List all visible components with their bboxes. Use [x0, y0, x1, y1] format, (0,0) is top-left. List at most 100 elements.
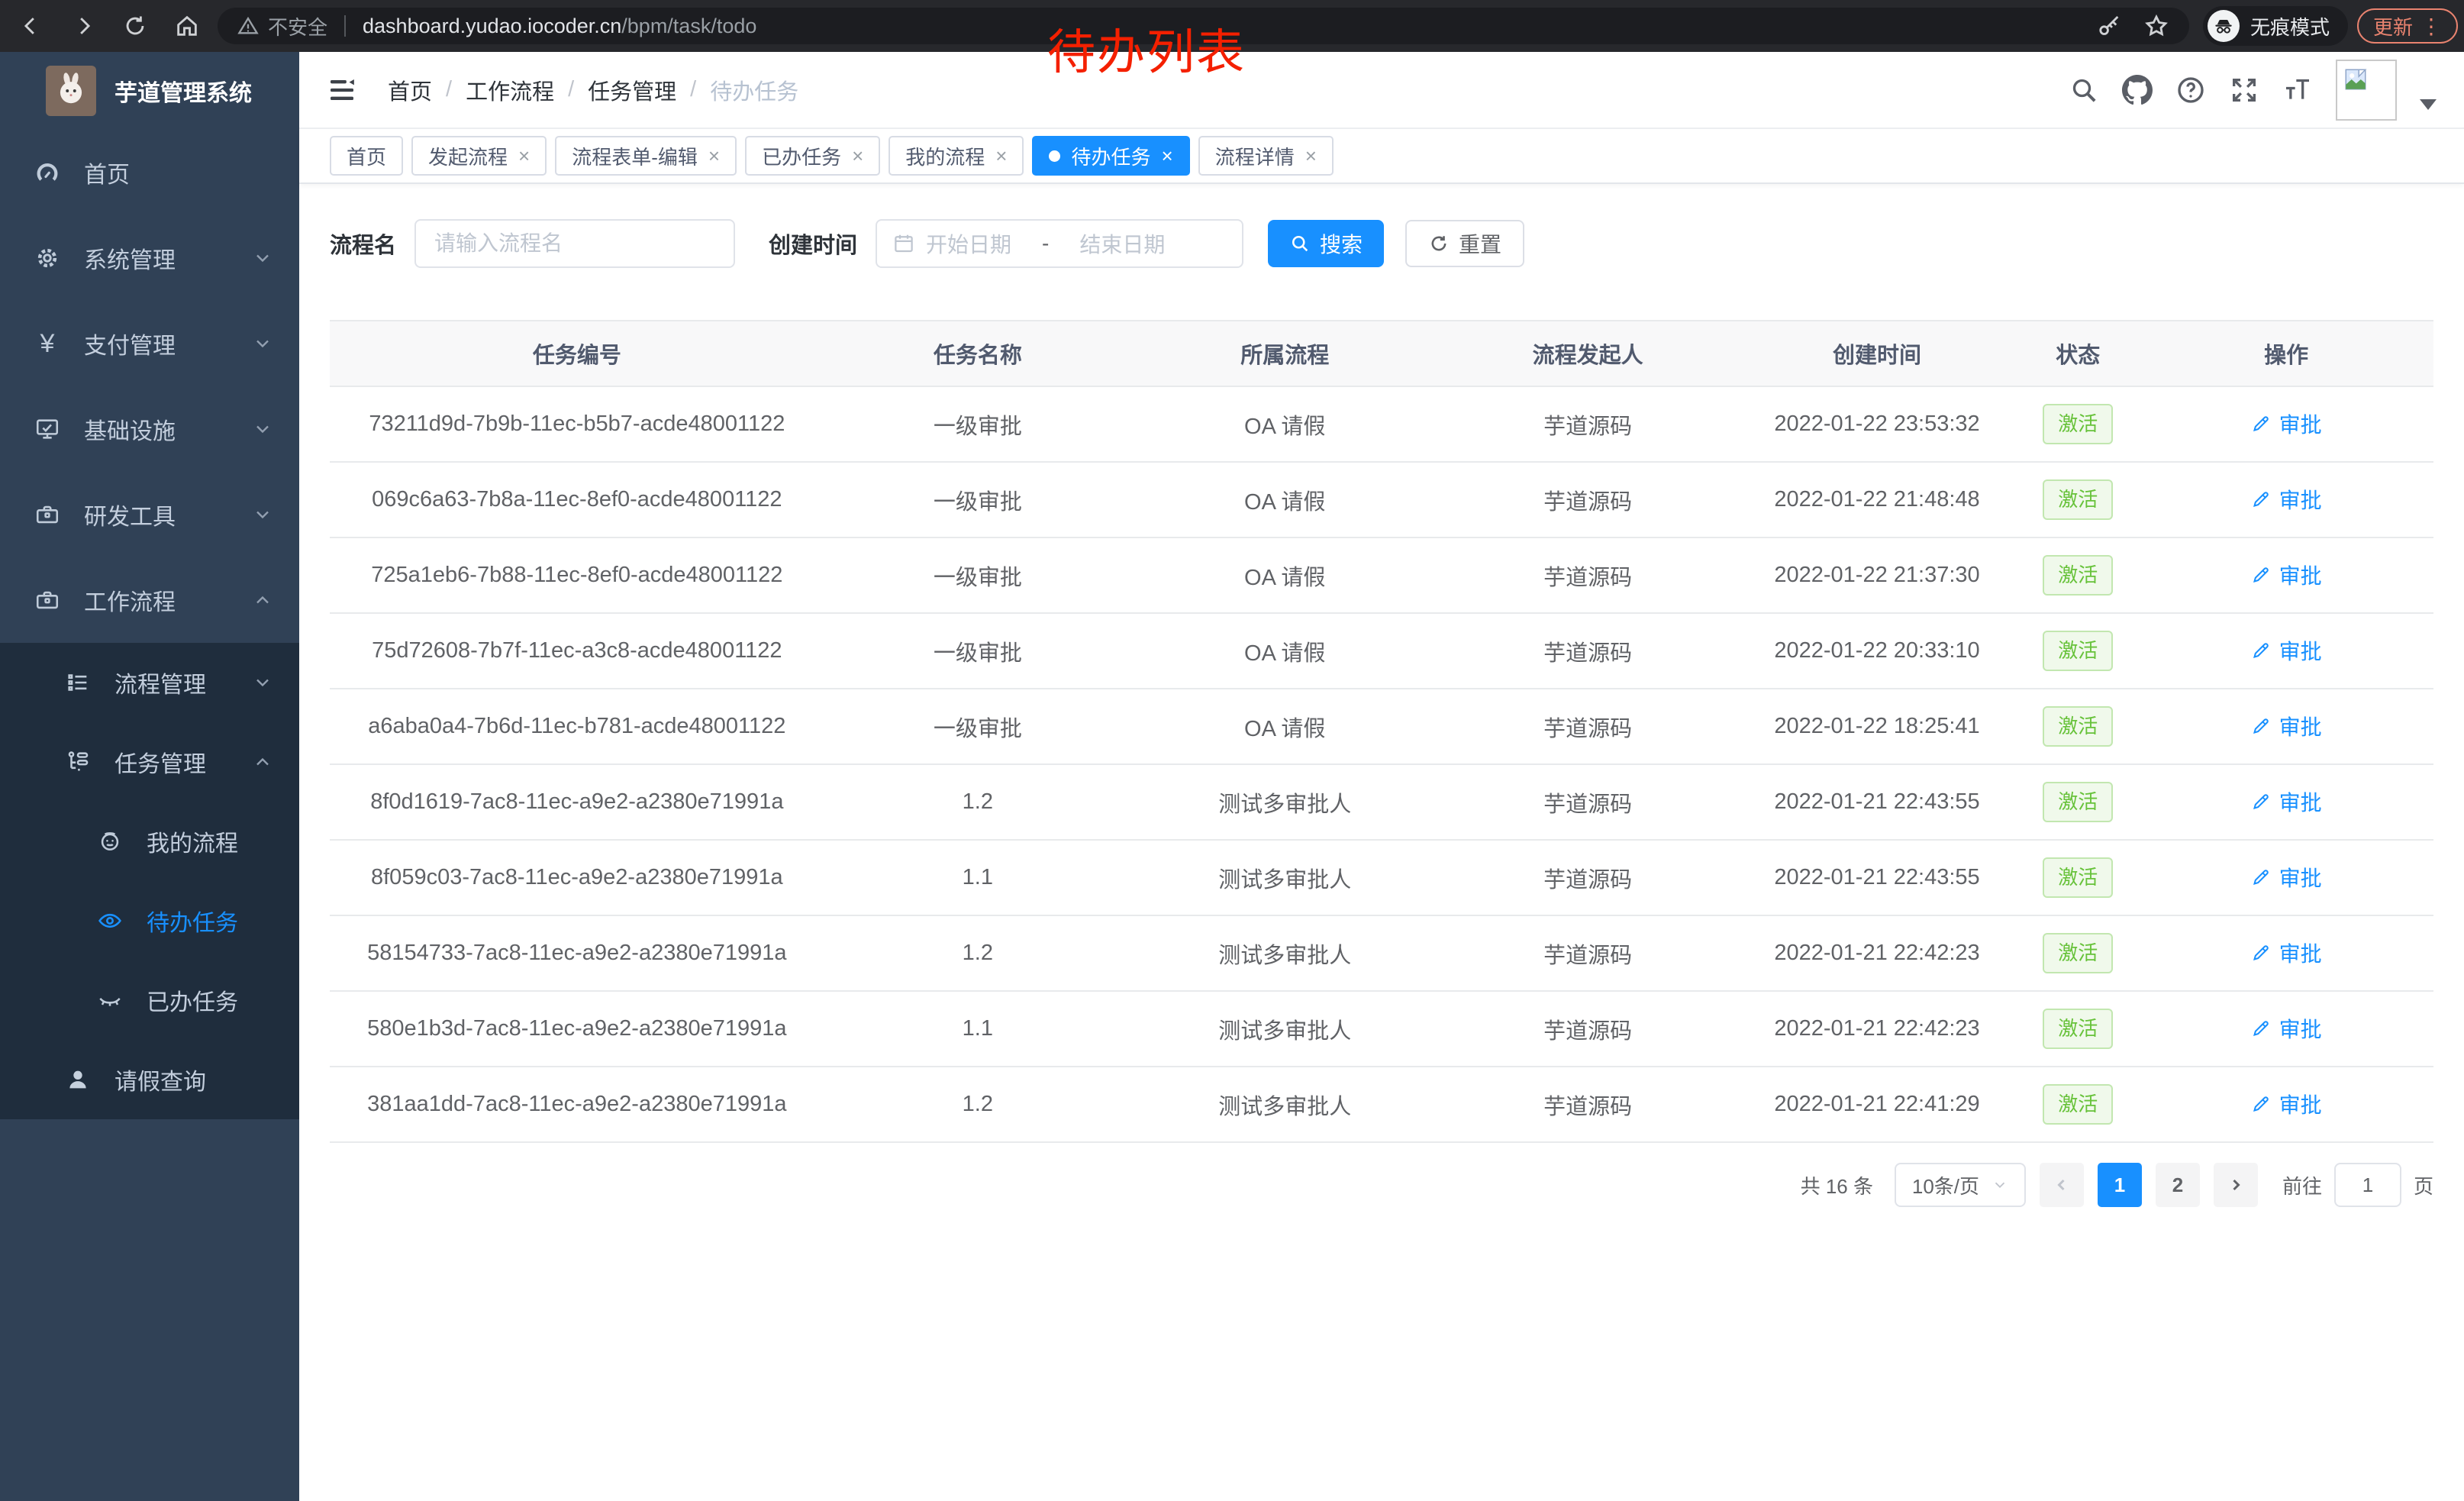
approve-link[interactable]: 审批: [2251, 711, 2322, 741]
tab-todo-tasks[interactable]: 待办任务×: [1032, 136, 1189, 176]
sidebar-item-infra[interactable]: 基础设施: [0, 386, 299, 472]
cell-task-name: 一级审批: [824, 613, 1131, 689]
sidebar-item-leave[interactable]: 请假查询: [0, 1040, 299, 1119]
tab-label: 流程详情: [1215, 142, 1295, 170]
github-icon[interactable]: [2122, 75, 2153, 105]
page-button-1[interactable]: 1: [2098, 1163, 2142, 1207]
tree-icon: [61, 745, 95, 779]
breadcrumb-item[interactable]: 任务管理: [588, 74, 676, 106]
sidebar-item-label: 请假查询: [114, 1063, 206, 1096]
tab-done-tasks[interactable]: 已办任务×: [745, 136, 880, 176]
cell-starter: 芋道源码: [1438, 689, 1737, 764]
tab-close-icon[interactable]: ×: [708, 146, 720, 166]
col-status: 状态: [2017, 321, 2139, 386]
sidebar-item-task-mgmt[interactable]: 任务管理: [0, 722, 299, 802]
table-row[interactable]: a6aba0a4-7b6d-11ec-b781-acde48001122 一级审…: [330, 689, 2433, 764]
sidebar-item-done[interactable]: 已办任务: [0, 960, 299, 1040]
next-page-button[interactable]: [2214, 1163, 2258, 1207]
start-date-placeholder: 开始日期: [926, 228, 1011, 259]
list-icon: [61, 666, 95, 699]
approve-link[interactable]: 审批: [2251, 938, 2322, 968]
browser-menu-icon[interactable]: ⋮: [2420, 14, 2442, 39]
goto-page-input[interactable]: [2334, 1163, 2401, 1207]
approve-link[interactable]: 审批: [2251, 484, 2322, 515]
sidebar-item-label: 基础设施: [84, 412, 176, 446]
sidebar-item-system[interactable]: 系统管理: [0, 215, 299, 301]
reload-icon[interactable]: [122, 13, 148, 39]
cell-create-time: 2022-01-22 20:33:10: [1737, 613, 2017, 689]
process-name-input[interactable]: [414, 219, 735, 268]
table-row[interactable]: 725a1eb6-7b88-11ec-8ef0-acde48001122 一级审…: [330, 537, 2433, 613]
avatar-caret-icon[interactable]: [2420, 99, 2437, 110]
sidebar-collapse-icon[interactable]: [327, 75, 357, 105]
page-size-select[interactable]: 10条/页: [1895, 1163, 2026, 1207]
top-navbar: 首页 / 工作流程 / 任务管理 / 待办任务: [299, 52, 2464, 129]
fullscreen-icon[interactable]: [2229, 75, 2259, 105]
password-key-icon[interactable]: [2096, 13, 2122, 39]
tab-close-icon[interactable]: ×: [1305, 146, 1317, 166]
sidebar-item-label: 系统管理: [84, 241, 176, 275]
tab-my-process[interactable]: 我的流程×: [889, 136, 1024, 176]
table-row[interactable]: 580e1b3d-7ac8-11ec-a9e2-a2380e71991a 1.1…: [330, 991, 2433, 1067]
tab-close-icon[interactable]: ×: [1162, 146, 1173, 166]
table-row[interactable]: 8f059c03-7ac8-11ec-a9e2-a2380e71991a 1.1…: [330, 840, 2433, 915]
cell-task-name: 一级审批: [824, 386, 1131, 462]
calendar-icon: [892, 232, 915, 255]
approve-link[interactable]: 审批: [2251, 560, 2322, 590]
update-button[interactable]: 更新 ⋮: [2357, 8, 2458, 44]
table-row[interactable]: 381aa1dd-7ac8-11ec-a9e2-a2380e71991a 1.2…: [330, 1067, 2433, 1142]
search-icon[interactable]: [2069, 75, 2099, 105]
search-button[interactable]: 搜索: [1268, 220, 1384, 267]
sidebar-item-pay[interactable]: ¥ 支付管理: [0, 301, 299, 386]
app-logo-row[interactable]: 芋道管理系统: [0, 52, 299, 130]
prev-page-button[interactable]: [2040, 1163, 2084, 1207]
user-icon: [61, 1063, 95, 1096]
approve-link[interactable]: 审批: [2251, 786, 2322, 817]
tab-home[interactable]: 首页: [330, 136, 403, 176]
sidebar-item-workflow[interactable]: 工作流程: [0, 557, 299, 643]
help-icon[interactable]: [2175, 75, 2206, 105]
table-row[interactable]: 58154733-7ac8-11ec-a9e2-a2380e71991a 1.2…: [330, 915, 2433, 991]
reset-button[interactable]: 重置: [1405, 220, 1524, 267]
sidebar-item-label: 支付管理: [84, 327, 176, 360]
tab-close-icon[interactable]: ×: [518, 146, 530, 166]
tab-process-detail[interactable]: 流程详情 ×: [1198, 136, 1334, 176]
sidebar-item-my-process[interactable]: 我的流程: [0, 802, 299, 881]
table-row[interactable]: 73211d9d-7b9b-11ec-b5b7-acde48001122 一级审…: [330, 386, 2433, 462]
gear-icon: [31, 241, 64, 275]
approve-link[interactable]: 审批: [2251, 862, 2322, 893]
home-icon[interactable]: [174, 13, 200, 39]
robot-face-icon: [93, 825, 127, 858]
tab-close-icon[interactable]: ×: [995, 146, 1007, 166]
forward-icon[interactable]: [70, 13, 96, 39]
cell-create-time: 2022-01-21 22:42:23: [1737, 915, 2017, 991]
approve-link[interactable]: 审批: [2251, 1089, 2322, 1119]
table-header-row: 任务编号 任务名称 所属流程 流程发起人 创建时间 状态 操作: [330, 321, 2433, 386]
breadcrumb-item[interactable]: 首页: [388, 74, 432, 106]
tab-close-icon[interactable]: ×: [852, 146, 863, 166]
table-row[interactable]: 069c6a63-7b8a-11ec-8ef0-acde48001122 一级审…: [330, 462, 2433, 537]
breadcrumb-item[interactable]: 工作流程: [466, 74, 554, 106]
approve-link[interactable]: 审批: [2251, 408, 2322, 439]
approve-link[interactable]: 审批: [2251, 635, 2322, 666]
security-label: 不安全: [268, 12, 327, 40]
approve-link[interactable]: 审批: [2251, 1013, 2322, 1044]
status-badge: 激活: [2043, 1084, 2113, 1125]
back-icon[interactable]: [18, 13, 44, 39]
tab-start-process[interactable]: 发起流程×: [411, 136, 547, 176]
sidebar-item-process-mgmt[interactable]: 流程管理: [0, 643, 299, 722]
sidebar-item-home[interactable]: 首页: [0, 130, 299, 215]
cell-create-time: 2022-01-21 22:42:23: [1737, 991, 2017, 1067]
date-range-picker[interactable]: 开始日期 - 结束日期: [876, 219, 1243, 268]
bookmark-star-icon[interactable]: [2143, 13, 2169, 39]
sidebar-item-dev[interactable]: 研发工具: [0, 472, 299, 557]
avatar[interactable]: [2336, 60, 2397, 121]
sidebar-item-todo[interactable]: 待办任务: [0, 881, 299, 960]
tab-form-edit[interactable]: 流程表单-编辑×: [555, 136, 737, 176]
cell-task-id: 381aa1dd-7ac8-11ec-a9e2-a2380e71991a: [330, 1067, 824, 1142]
font-size-icon[interactable]: [2282, 75, 2313, 105]
page-button-2[interactable]: 2: [2156, 1163, 2200, 1207]
table-row[interactable]: 75d72608-7b7f-11ec-a3c8-acde48001122 一级审…: [330, 613, 2433, 689]
cell-create-time: 2022-01-21 22:43:55: [1737, 840, 2017, 915]
table-row[interactable]: 8f0d1619-7ac8-11ec-a9e2-a2380e71991a 1.2…: [330, 764, 2433, 840]
